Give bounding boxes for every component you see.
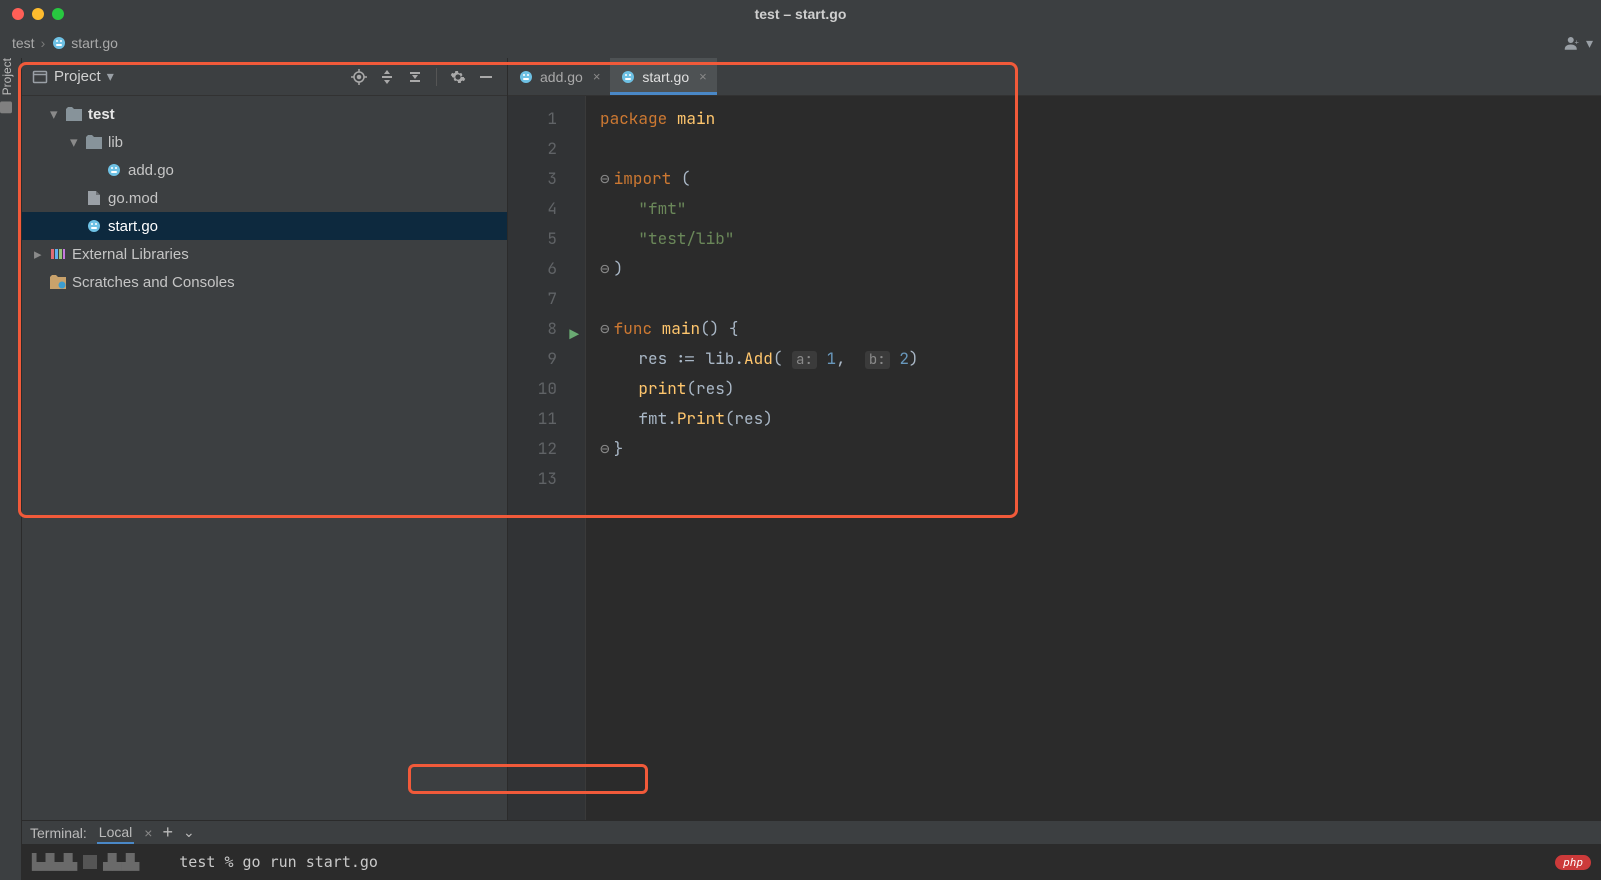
chevron-down-icon[interactable]: ⌄: [183, 824, 195, 841]
terminal-prompt-sep: %: [224, 853, 233, 871]
terminal-title: Terminal:: [30, 825, 87, 841]
svg-text:+: +: [1574, 38, 1579, 47]
chevron-down-icon[interactable]: ▾: [107, 68, 114, 85]
breadcrumb-file[interactable]: start.go: [51, 35, 118, 51]
chevron-down-icon[interactable]: ▾: [1586, 35, 1593, 52]
titlebar: test – start.go: [0, 0, 1601, 28]
tree-node-start-go[interactable]: start.go: [22, 212, 507, 240]
close-icon[interactable]: ×: [699, 69, 707, 84]
tab-start-go[interactable]: start.go ×: [610, 58, 716, 95]
redacted: ▙▟▙▟▙: [32, 853, 77, 871]
collapse-all-icon[interactable]: [404, 66, 426, 88]
user-icon[interactable]: +: [1564, 34, 1582, 52]
project-tool-icon: [0, 99, 14, 113]
add-terminal-icon[interactable]: +: [162, 822, 173, 843]
chevron-right-icon: ▸: [34, 245, 44, 263]
chevron-down-icon: ▾: [50, 105, 60, 123]
minimize-window-icon[interactable]: [32, 8, 44, 20]
tree-node-gomod[interactable]: go.mod: [22, 184, 507, 212]
redacted: ▟▙▟▙: [103, 853, 139, 871]
go-file-icon: [518, 69, 534, 85]
close-icon[interactable]: ×: [593, 69, 601, 84]
terminal-tab-local[interactable]: Local: [97, 822, 134, 844]
project-tree[interactable]: ▾ test ▾ lib add.go go.mod: [22, 96, 507, 300]
fold-end-icon[interactable]: ⊖: [600, 438, 610, 459]
locate-icon[interactable]: [348, 66, 370, 88]
main-area: Project ▾ ▾ test ▾ lib: [22, 58, 1601, 820]
tab-add-go[interactable]: add.go ×: [508, 58, 610, 95]
run-icon[interactable]: ▶: [569, 320, 579, 350]
tree-node-add-go[interactable]: add.go: [22, 156, 507, 184]
editor-tabs: add.go × start.go ×: [508, 58, 1601, 96]
terminal-command: go run start.go: [243, 853, 378, 871]
go-file-icon: [86, 218, 102, 234]
divider: [436, 68, 437, 86]
php-badge: php: [1555, 855, 1591, 870]
gear-icon[interactable]: [447, 66, 469, 88]
expand-all-icon[interactable]: [376, 66, 398, 88]
go-file-icon: [51, 35, 67, 51]
folder-icon: [86, 134, 102, 150]
breadcrumb-sep: ›: [41, 35, 46, 51]
close-window-icon[interactable]: [12, 8, 24, 20]
go-file-icon: [620, 69, 636, 85]
gutter: 1 2 3 4 5 6 7 8 ▶ 9 10 11 12 13: [508, 96, 586, 820]
tree-node-test[interactable]: ▾ test: [22, 100, 507, 128]
code-text[interactable]: package main ⊖import ( "fmt" "test/lib" …: [586, 96, 1601, 820]
tree-node-scratches[interactable]: Scratches and Consoles: [22, 268, 507, 296]
breadcrumb: test › start.go + ▾: [0, 28, 1601, 58]
terminal[interactable]: ▙▟▙▟▙ ▟▙▟▙ test % go run start.go php: [22, 844, 1601, 880]
project-panel-title: Project: [54, 68, 101, 85]
breadcrumb-root[interactable]: test: [12, 35, 35, 51]
fold-icon[interactable]: ⊖: [600, 318, 610, 339]
tree-node-external-libraries[interactable]: ▸ External Libraries: [22, 240, 507, 268]
go-file-icon: [106, 162, 122, 178]
scratches-icon: [50, 274, 66, 290]
code-area[interactable]: 1 2 3 4 5 6 7 8 ▶ 9 10 11 12 13 package …: [508, 96, 1601, 820]
project-tool-label: Project: [0, 58, 14, 95]
terminal-prompt-project: test: [179, 853, 215, 871]
project-view-icon: [32, 69, 48, 85]
editor: add.go × start.go × 1 2 3 4 5 6 7 8 ▶: [508, 58, 1601, 820]
project-panel: Project ▾ ▾ test ▾ lib: [22, 58, 508, 820]
library-icon: [50, 246, 66, 262]
terminal-tabbar: Terminal: Local × + ⌄: [22, 820, 1601, 844]
window-controls: [12, 8, 64, 20]
tool-window-strip-left[interactable]: Project: [0, 58, 22, 880]
hide-icon[interactable]: [475, 66, 497, 88]
zoom-window-icon[interactable]: [52, 8, 64, 20]
chevron-down-icon: ▾: [70, 133, 80, 151]
fold-end-icon[interactable]: ⊖: [600, 258, 610, 279]
folder-icon: [66, 106, 82, 122]
tree-node-lib[interactable]: ▾ lib: [22, 128, 507, 156]
close-icon[interactable]: ×: [144, 825, 152, 841]
project-panel-header: Project ▾: [22, 58, 507, 96]
window-title: test – start.go: [755, 6, 847, 22]
file-icon: [86, 190, 102, 206]
fold-icon[interactable]: ⊖: [600, 168, 610, 189]
